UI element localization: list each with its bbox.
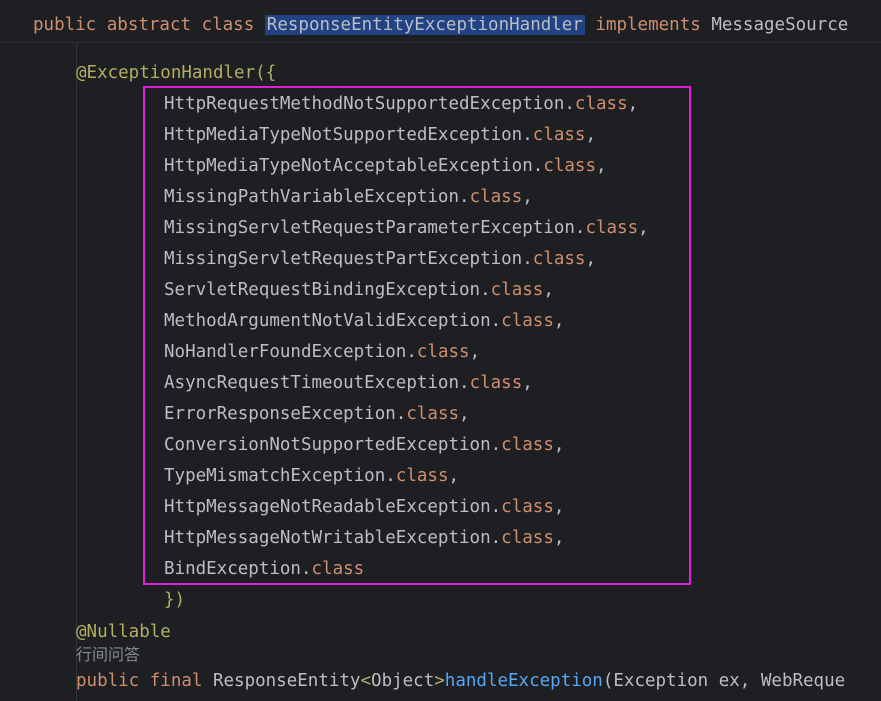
code-line-annotation-close[interactable]: }) — [164, 589, 185, 611]
method-params[interactable]: (Exception ex, WebReque — [603, 671, 845, 691]
indent-guide — [76, 43, 77, 701]
exception-handler-annotation[interactable]: @ExceptionHandler — [76, 63, 255, 83]
annotation-close-brace: }) — [164, 590, 186, 610]
sticky-implements-keyword: implements — [584, 15, 712, 35]
generic-close: > — [434, 671, 445, 691]
inlay-hint-link[interactable]: 行间问答 — [76, 645, 140, 665]
sticky-header[interactable]: public abstract class ResponseEntityExce… — [0, 0, 881, 43]
code-line-method-signature[interactable]: public final ResponseEntity<Object>handl… — [76, 670, 845, 692]
sticky-interface-name[interactable]: MessageSource — [711, 15, 848, 35]
code-line-nullable[interactable]: @Nullable — [76, 621, 171, 643]
nullable-annotation[interactable]: @Nullable — [76, 622, 171, 642]
method-modifiers: public final — [76, 671, 213, 691]
sticky-modifiers: public abstract class — [33, 15, 265, 35]
highlight-box — [143, 86, 691, 585]
return-type[interactable]: ResponseEntity — [213, 671, 361, 691]
annotation-open-brace: ({ — [255, 63, 277, 83]
generic-open: < — [360, 671, 372, 691]
code-editor[interactable]: public abstract class ResponseEntityExce… — [0, 0, 881, 701]
method-name[interactable]: handleException — [445, 671, 603, 691]
sticky-class-declaration[interactable]: public abstract class ResponseEntityExce… — [33, 14, 848, 36]
generic-type[interactable]: Object — [371, 671, 434, 691]
code-line-exception-handler[interactable]: @ExceptionHandler({ — [76, 62, 276, 84]
sticky-class-name[interactable]: ResponseEntityExceptionHandler — [264, 15, 585, 35]
